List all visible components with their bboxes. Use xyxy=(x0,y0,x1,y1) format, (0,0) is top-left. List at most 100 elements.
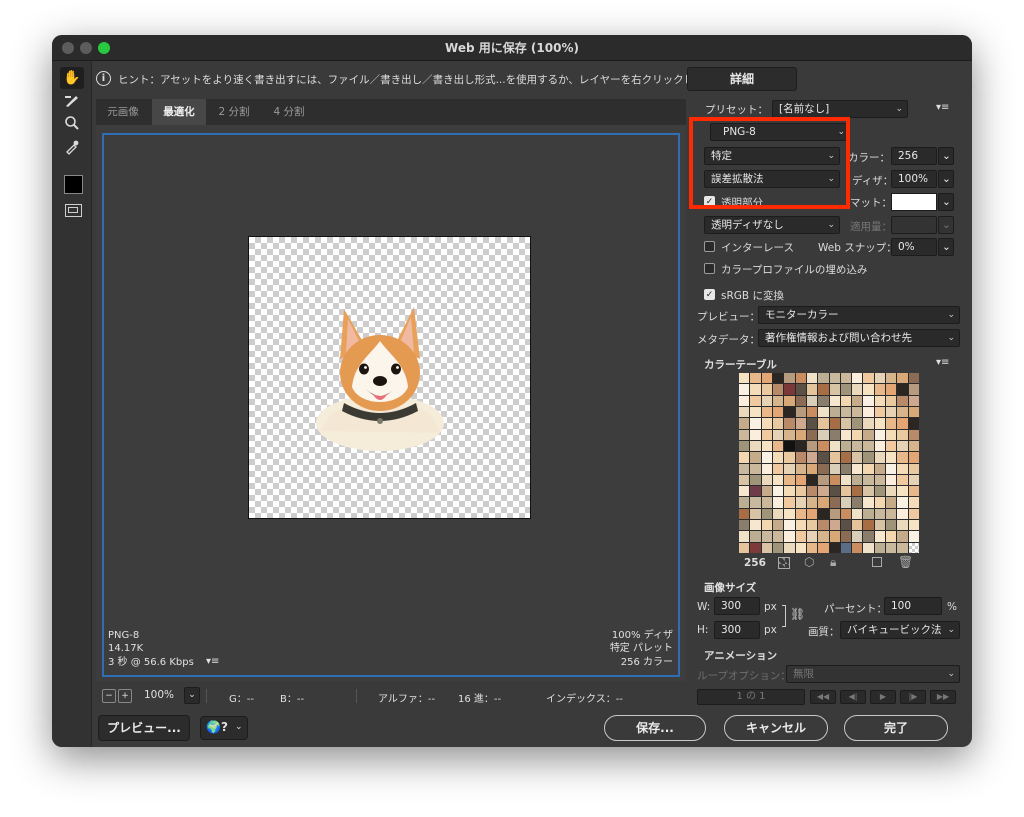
color-swatch[interactable] xyxy=(795,418,806,429)
color-swatch[interactable] xyxy=(863,395,874,406)
color-swatch[interactable] xyxy=(908,384,919,395)
color-swatch[interactable] xyxy=(739,395,750,406)
color-swatch[interactable] xyxy=(829,542,840,553)
color-swatch[interactable] xyxy=(852,474,863,486)
color-swatch[interactable] xyxy=(761,531,772,542)
color-swatch[interactable] xyxy=(863,508,874,520)
color-swatch[interactable] xyxy=(908,508,919,520)
color-swatch[interactable] xyxy=(874,395,886,406)
color-swatch[interactable] xyxy=(772,418,784,429)
color-swatch[interactable] xyxy=(795,384,806,395)
color-swatch[interactable] xyxy=(795,497,806,508)
color-swatch[interactable] xyxy=(761,508,772,520)
browser-select[interactable]: 🌍? ⌄ xyxy=(200,716,248,740)
colors-chevron-icon[interactable]: ⌄ xyxy=(938,147,954,165)
next-frame-button[interactable]: |▶ xyxy=(900,690,926,704)
color-swatch[interactable] xyxy=(874,429,886,440)
color-swatch[interactable] xyxy=(852,452,863,463)
color-swatch[interactable] xyxy=(750,520,761,531)
color-swatch[interactable] xyxy=(739,384,750,395)
color-swatch[interactable] xyxy=(840,508,852,520)
color-swatch[interactable] xyxy=(829,474,840,486)
color-swatch[interactable] xyxy=(840,497,852,508)
color-swatch[interactable] xyxy=(897,373,908,384)
color-swatch[interactable] xyxy=(908,429,919,440)
color-swatch[interactable] xyxy=(784,440,795,452)
color-swatch[interactable] xyxy=(829,497,840,508)
color-swatch[interactable] xyxy=(852,384,863,395)
color-swatch[interactable] xyxy=(806,440,818,452)
color-swatch[interactable] xyxy=(863,474,874,486)
color-swatch[interactable] xyxy=(852,531,863,542)
color-swatch[interactable] xyxy=(795,395,806,406)
color-swatch[interactable] xyxy=(863,531,874,542)
color-swatch[interactable] xyxy=(863,497,874,508)
color-swatch[interactable] xyxy=(840,531,852,542)
color-swatch[interactable] xyxy=(886,542,897,553)
color-swatch[interactable] xyxy=(806,463,818,474)
color-swatch[interactable] xyxy=(840,452,852,463)
color-swatch[interactable] xyxy=(908,418,919,429)
color-swatch[interactable] xyxy=(874,463,886,474)
color-swatch[interactable] xyxy=(818,463,829,474)
color-swatch[interactable] xyxy=(863,486,874,497)
color-swatch[interactable] xyxy=(874,418,886,429)
color-swatch[interactable] xyxy=(886,418,897,429)
color-swatch[interactable] xyxy=(874,474,886,486)
color-swatch[interactable] xyxy=(806,520,818,531)
color-swatch[interactable] xyxy=(829,520,840,531)
color-swatch[interactable] xyxy=(772,542,784,553)
color-swatch[interactable] xyxy=(806,497,818,508)
color-swatch[interactable] xyxy=(829,418,840,429)
color-swatch[interactable] xyxy=(840,463,852,474)
color-swatch[interactable] xyxy=(897,452,908,463)
color-swatch[interactable] xyxy=(784,406,795,418)
color-swatch[interactable] xyxy=(784,486,795,497)
color-swatch[interactable] xyxy=(795,486,806,497)
color-swatch[interactable] xyxy=(818,395,829,406)
color-swatch[interactable] xyxy=(886,406,897,418)
color-swatch[interactable] xyxy=(795,463,806,474)
color-swatch[interactable] xyxy=(886,395,897,406)
preset-select[interactable]: [名前なし] ⌄ xyxy=(772,100,908,118)
color-swatch[interactable] xyxy=(739,373,750,384)
color-swatch[interactable] xyxy=(739,452,750,463)
color-table-menu-icon[interactable]: ▾≡ xyxy=(936,357,949,368)
color-swatch[interactable] xyxy=(908,440,919,452)
color-swatch[interactable] xyxy=(772,429,784,440)
color-swatch[interactable] xyxy=(840,373,852,384)
color-swatch[interactable] xyxy=(818,474,829,486)
color-swatch[interactable] xyxy=(772,508,784,520)
color-swatch[interactable] xyxy=(806,452,818,463)
optimize-menu-icon[interactable]: ▾≡ xyxy=(936,102,949,113)
color-swatch[interactable] xyxy=(784,429,795,440)
color-swatch[interactable] xyxy=(750,373,761,384)
color-swatch[interactable] xyxy=(908,463,919,474)
color-swatch[interactable] xyxy=(840,486,852,497)
color-swatch[interactable] xyxy=(750,463,761,474)
color-swatch[interactable] xyxy=(761,520,772,531)
metadata-select[interactable]: 著作権情報および問い合わせ先 ⌄ xyxy=(758,329,960,347)
color-swatch[interactable] xyxy=(886,520,897,531)
color-swatch[interactable] xyxy=(897,474,908,486)
color-swatch[interactable] xyxy=(795,406,806,418)
color-swatch[interactable] xyxy=(806,406,818,418)
cancel-button[interactable]: キャンセル xyxy=(724,715,828,741)
color-swatch[interactable] xyxy=(761,463,772,474)
color-swatch[interactable] xyxy=(784,384,795,395)
color-swatch[interactable] xyxy=(829,373,840,384)
new-color-icon[interactable] xyxy=(872,557,882,567)
color-swatch[interactable] xyxy=(750,440,761,452)
color-swatch[interactable] xyxy=(739,531,750,542)
toggle-slice-visibility-icon[interactable] xyxy=(65,204,82,217)
color-swatch[interactable] xyxy=(739,429,750,440)
prev-frame-button[interactable]: ◀| xyxy=(840,690,866,704)
eyedropper-tool-icon[interactable] xyxy=(60,139,84,161)
color-swatch[interactable] xyxy=(750,542,761,553)
preview-select[interactable]: モニターカラー ⌄ xyxy=(758,306,960,324)
dither-amount-input[interactable]: 100% xyxy=(891,170,937,188)
color-swatch[interactable] xyxy=(818,406,829,418)
color-swatch[interactable] xyxy=(772,373,784,384)
color-swatch[interactable] xyxy=(739,542,750,553)
color-swatch[interactable] xyxy=(750,486,761,497)
